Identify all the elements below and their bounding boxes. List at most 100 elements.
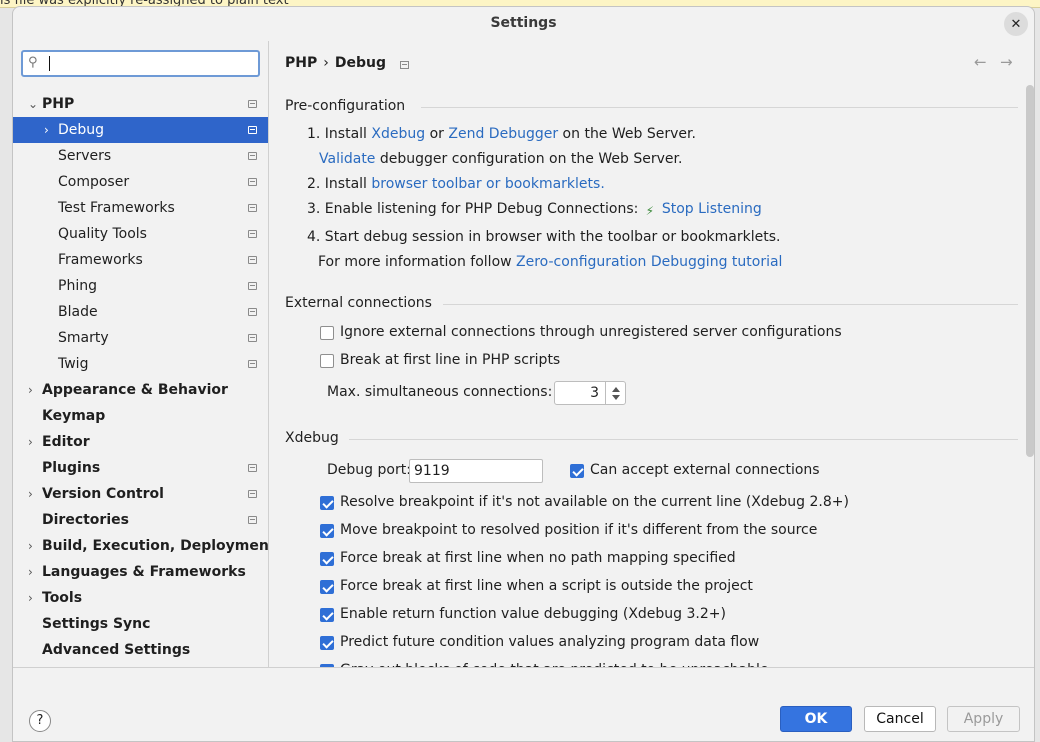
sidebar-item[interactable]: Quality Tools — [13, 221, 268, 247]
xdebug-option-label: Predict future condition values analyzin… — [340, 634, 760, 650]
preconfig-divider — [421, 107, 1018, 108]
sidebar-item[interactable]: › Appearance & Behavior — [13, 377, 268, 403]
cancel-button[interactable]: Cancel — [864, 706, 936, 732]
browser-toolbar-link[interactable]: browser toolbar or bookmarklets. — [371, 176, 604, 192]
sidebar-item[interactable]: Frameworks — [13, 247, 268, 273]
sidebar-item[interactable]: Settings Sync — [13, 611, 268, 637]
sidebar-item[interactable]: Composer — [13, 169, 268, 195]
max-connections-label: Max. simultaneous connections: — [327, 384, 553, 400]
debug-port-label: Debug port: — [327, 462, 411, 478]
help-button[interactable]: ? — [29, 710, 51, 732]
xdebug-option-checkbox[interactable] — [320, 552, 334, 566]
sidebar-item-label: Quality Tools — [58, 226, 147, 242]
sidebar-item[interactable]: Advanced Settings — [13, 637, 268, 663]
forward-arrow-icon[interactable]: → — [1000, 53, 1013, 71]
sidebar-item[interactable]: › Version Control — [13, 481, 268, 507]
sidebar-item[interactable]: Blade — [13, 299, 268, 325]
back-arrow-icon[interactable]: ← — [974, 53, 987, 71]
sidebar-item[interactable]: ⌄ PHP — [13, 91, 268, 117]
sidebar-item-label: Tools — [42, 590, 83, 606]
validate-line: Validate debugger configuration on the W… — [319, 151, 682, 167]
sidebar-item-label: Appearance & Behavior — [42, 382, 228, 398]
dialog-footer: ? OK Cancel Apply — [13, 667, 1034, 741]
zero-config-tutorial-link[interactable]: Zero-configuration Debugging tutorial — [516, 254, 782, 270]
sidebar-item-label: Editor — [42, 434, 90, 450]
xdebug-option-label: Move breakpoint to resolved position if … — [340, 522, 818, 538]
breadcrumb-current: Debug — [334, 55, 386, 71]
step-1-or: or — [425, 126, 449, 142]
xdebug-option-label: Force break at first line when no path m… — [340, 550, 736, 566]
chevron-right-icon[interactable]: › — [28, 533, 33, 559]
step-3-text: 3. Enable listening for PHP Debug Connec… — [307, 201, 643, 217]
apply-button[interactable]: Apply — [947, 706, 1020, 732]
settings-content: PHP › Debug ← → Pre-configuration 1. Insta… — [269, 41, 1034, 678]
stop-listening-link[interactable]: Stop Listening — [662, 201, 762, 217]
step-1-text: 1. Install — [307, 126, 372, 142]
project-scope-icon — [248, 152, 257, 160]
project-scope-icon — [248, 490, 257, 498]
xdebug-option-label: Force break at first line when a script … — [340, 578, 753, 594]
sidebar-item-label: Test Frameworks — [58, 200, 175, 216]
ok-button[interactable]: OK — [780, 706, 852, 732]
chevron-right-icon[interactable]: › — [28, 559, 33, 585]
project-scope-icon — [248, 126, 257, 134]
sidebar-item[interactable]: Smarty — [13, 325, 268, 351]
project-scope-icon — [248, 100, 257, 108]
max-connections-spinner[interactable]: 3 — [554, 381, 626, 405]
xdebug-option-checkbox[interactable] — [320, 608, 334, 622]
sidebar-item-label: Plugins — [42, 460, 101, 476]
accept-external-label: Can accept external connections — [590, 462, 820, 478]
break-first-line-label: Break at first line in PHP scripts — [340, 352, 561, 368]
chevron-right-icon[interactable]: › — [28, 481, 33, 507]
chevron-right-icon[interactable]: › — [28, 377, 33, 403]
sidebar-item[interactable]: › Languages & Frameworks — [13, 559, 268, 585]
spinner-buttons[interactable] — [605, 382, 625, 404]
step-2: 2. Install browser toolbar or bookmarkle… — [307, 176, 605, 192]
chevron-right-icon[interactable]: › — [28, 585, 33, 611]
sidebar-item[interactable]: › Editor — [13, 429, 268, 455]
xdebug-option-checkbox[interactable] — [320, 636, 334, 650]
step-1-suffix: on the Web Server. — [558, 126, 696, 142]
project-scope-icon — [248, 204, 257, 212]
validate-link[interactable]: Validate — [319, 151, 375, 167]
xdebug-link[interactable]: Xdebug — [371, 126, 425, 142]
close-button[interactable]: ✕ — [1004, 12, 1028, 36]
step-4: 4. Start debug session in browser with t… — [307, 229, 781, 245]
ignore-external-checkbox[interactable] — [320, 326, 334, 340]
sidebar-item-label: Languages & Frameworks — [42, 564, 246, 580]
sidebar-item-label: Debug — [58, 122, 105, 138]
breadcrumb-parent[interactable]: PHP — [285, 55, 317, 71]
sidebar-item-label: Settings Sync — [42, 616, 151, 632]
sidebar-item[interactable]: Servers — [13, 143, 268, 169]
debug-port-input[interactable]: 9119 — [409, 459, 543, 483]
sidebar-item[interactable]: Directories — [13, 507, 268, 533]
project-scope-icon — [248, 516, 257, 524]
chevron-down-icon[interactable]: ⌄ — [28, 91, 38, 117]
sidebar-item[interactable]: Plugins — [13, 455, 268, 481]
search-field[interactable]: ⚲ — [21, 50, 260, 77]
settings-dialog: Settings ✕ ⚲ ⌄ PHP › Debug Servers Composer Te… — [12, 6, 1035, 742]
decrement-arrow-icon[interactable] — [612, 395, 620, 400]
step-2-text: 2. Install — [307, 176, 372, 192]
sidebar-item[interactable]: › Build, Execution, Deployment — [13, 533, 276, 559]
chevron-right-icon[interactable]: › — [28, 429, 33, 455]
zend-debugger-link[interactable]: Zend Debugger — [448, 126, 558, 142]
break-first-line-checkbox[interactable] — [320, 354, 334, 368]
xdebug-option-checkbox[interactable] — [320, 580, 334, 594]
sidebar-item[interactable]: Keymap — [13, 403, 268, 429]
sidebar-item[interactable]: › Tools — [13, 585, 268, 611]
project-scope-icon — [248, 230, 257, 238]
sidebar-item[interactable]: Phing — [13, 273, 268, 299]
vertical-scrollbar[interactable] — [1026, 85, 1034, 457]
sidebar-item[interactable]: › Debug — [13, 117, 268, 143]
accept-external-checkbox[interactable] — [570, 464, 584, 478]
increment-arrow-icon[interactable] — [612, 387, 620, 392]
sidebar-item[interactable]: Twig — [13, 351, 268, 377]
xdebug-option-checkbox[interactable] — [320, 496, 334, 510]
xdebug-option-label: Resolve breakpoint if it's not available… — [340, 494, 849, 510]
xdebug-option-checkbox[interactable] — [320, 524, 334, 538]
step-3: 3. Enable listening for PHP Debug Connec… — [307, 201, 762, 218]
chevron-right-icon[interactable]: › — [44, 117, 49, 143]
sidebar-item[interactable]: Test Frameworks — [13, 195, 268, 221]
sidebar-item-label: Build, Execution, Deployment — [42, 538, 276, 554]
